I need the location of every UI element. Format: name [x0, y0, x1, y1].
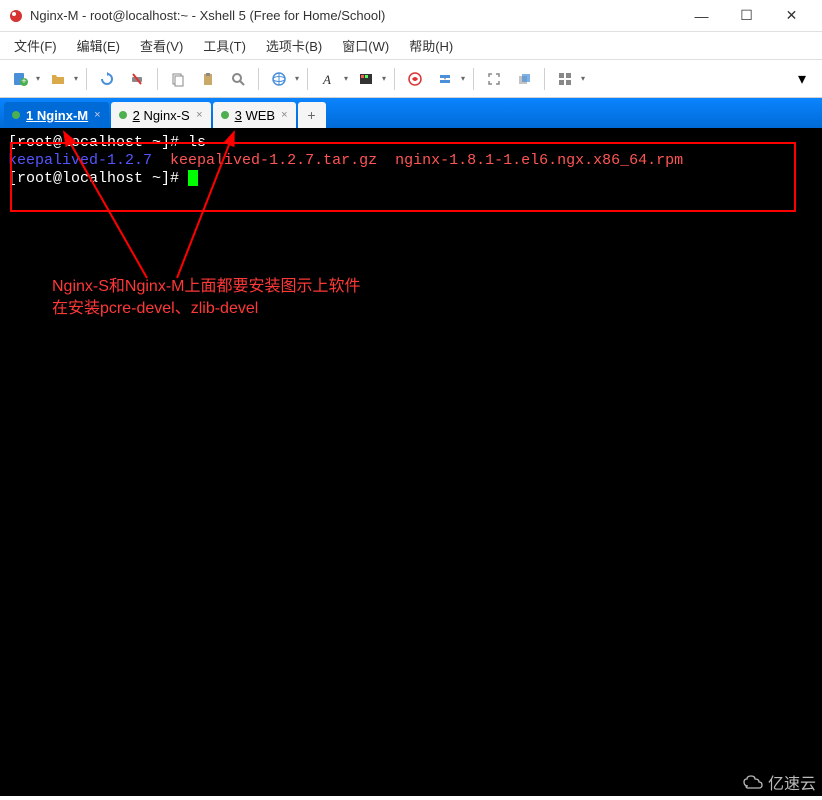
prompt: [root@localhost ~]#: [8, 170, 188, 187]
directory-name: keepalived-1.2.7: [8, 152, 152, 169]
menu-help[interactable]: 帮助(H): [401, 32, 461, 59]
tab-web[interactable]: 3 WEB ×: [213, 102, 296, 128]
xftp-button[interactable]: [431, 65, 467, 93]
properties-button[interactable]: [265, 65, 301, 93]
command-text: ls: [188, 134, 206, 151]
app-icon: [8, 8, 24, 24]
transparency-button[interactable]: [510, 65, 538, 93]
tab-label: 2 Nginx-S: [133, 108, 191, 123]
terminal-pane[interactable]: [root@localhost ~]# ls keepalived-1.2.7 …: [0, 128, 822, 796]
watermark: 亿速云: [742, 770, 816, 794]
session-tabbar: 1 Nginx-M × 2 Nginx-S × 3 WEB × +: [0, 98, 822, 128]
maximize-button[interactable]: ☐: [724, 2, 769, 30]
tab-label: 3 WEB: [235, 108, 275, 123]
toolbar-separator: [473, 68, 474, 90]
cloud-icon: [742, 774, 764, 790]
color-scheme-button[interactable]: [352, 65, 388, 93]
disconnect-button[interactable]: [123, 65, 151, 93]
menubar: 文件(F) 编辑(E) 查看(V) 工具(T) 选项卡(B) 窗口(W) 帮助(…: [0, 32, 822, 60]
terminal-line: [root@localhost ~]# ls: [8, 134, 814, 152]
status-dot-icon: [119, 111, 127, 119]
window-title: Nginx-M - root@localhost:~ - Xshell 5 (F…: [30, 8, 679, 23]
terminal-line: [root@localhost ~]#: [8, 170, 814, 188]
tab-close-icon[interactable]: ×: [94, 109, 100, 121]
status-dot-icon: [12, 111, 20, 119]
tab-add-button[interactable]: +: [298, 102, 326, 128]
fullscreen-button[interactable]: [480, 65, 508, 93]
tab-label: 1 Nginx-M: [26, 108, 88, 123]
tab-close-icon[interactable]: ×: [281, 109, 287, 121]
find-button[interactable]: [224, 65, 252, 93]
paste-button[interactable]: [194, 65, 222, 93]
file-name: nginx-1.8.1-1.el6.ngx.x86_64.rpm: [395, 152, 683, 169]
menu-file[interactable]: 文件(F): [6, 32, 65, 59]
toolbar-separator: [544, 68, 545, 90]
watermark-text: 亿速云: [768, 770, 816, 794]
svg-text:+: +: [21, 76, 26, 86]
menu-tools[interactable]: 工具(T): [195, 32, 254, 59]
toolbar-separator: [258, 68, 259, 90]
toolbar-separator: [307, 68, 308, 90]
reconnect-button[interactable]: [93, 65, 121, 93]
tile-button[interactable]: [551, 65, 587, 93]
toolbar-separator: [394, 68, 395, 90]
toolbar-separator: [157, 68, 158, 90]
window-controls: — ☐ ✕: [679, 2, 814, 30]
menu-window[interactable]: 窗口(W): [334, 32, 397, 59]
close-button[interactable]: ✕: [769, 2, 814, 30]
svg-text:A: A: [322, 72, 331, 87]
toolbar: + A ▾: [0, 60, 822, 98]
toolbar-separator: [86, 68, 87, 90]
status-dot-icon: [221, 111, 229, 119]
prompt: [root@localhost ~]#: [8, 134, 188, 151]
minimize-button[interactable]: —: [679, 2, 724, 30]
terminal-line: keepalived-1.2.7 keepalived-1.2.7.tar.gz…: [8, 152, 814, 170]
toolbar-overflow-button[interactable]: ▾: [788, 65, 816, 93]
new-session-button[interactable]: +: [6, 65, 42, 93]
file-name: keepalived-1.2.7.tar.gz: [170, 152, 377, 169]
menu-view[interactable]: 查看(V): [132, 32, 191, 59]
window-titlebar: Nginx-M - root@localhost:~ - Xshell 5 (F…: [0, 0, 822, 32]
menu-tabs[interactable]: 选项卡(B): [258, 32, 330, 59]
tab-nginx-m[interactable]: 1 Nginx-M ×: [4, 102, 109, 128]
tab-nginx-s[interactable]: 2 Nginx-S ×: [111, 102, 211, 128]
copy-button[interactable]: [164, 65, 192, 93]
xagent-button[interactable]: [401, 65, 429, 93]
open-session-button[interactable]: [44, 65, 80, 93]
font-button[interactable]: A: [314, 65, 350, 93]
menu-edit[interactable]: 编辑(E): [69, 32, 128, 59]
cursor-icon: [188, 170, 198, 186]
tab-close-icon[interactable]: ×: [196, 109, 202, 121]
